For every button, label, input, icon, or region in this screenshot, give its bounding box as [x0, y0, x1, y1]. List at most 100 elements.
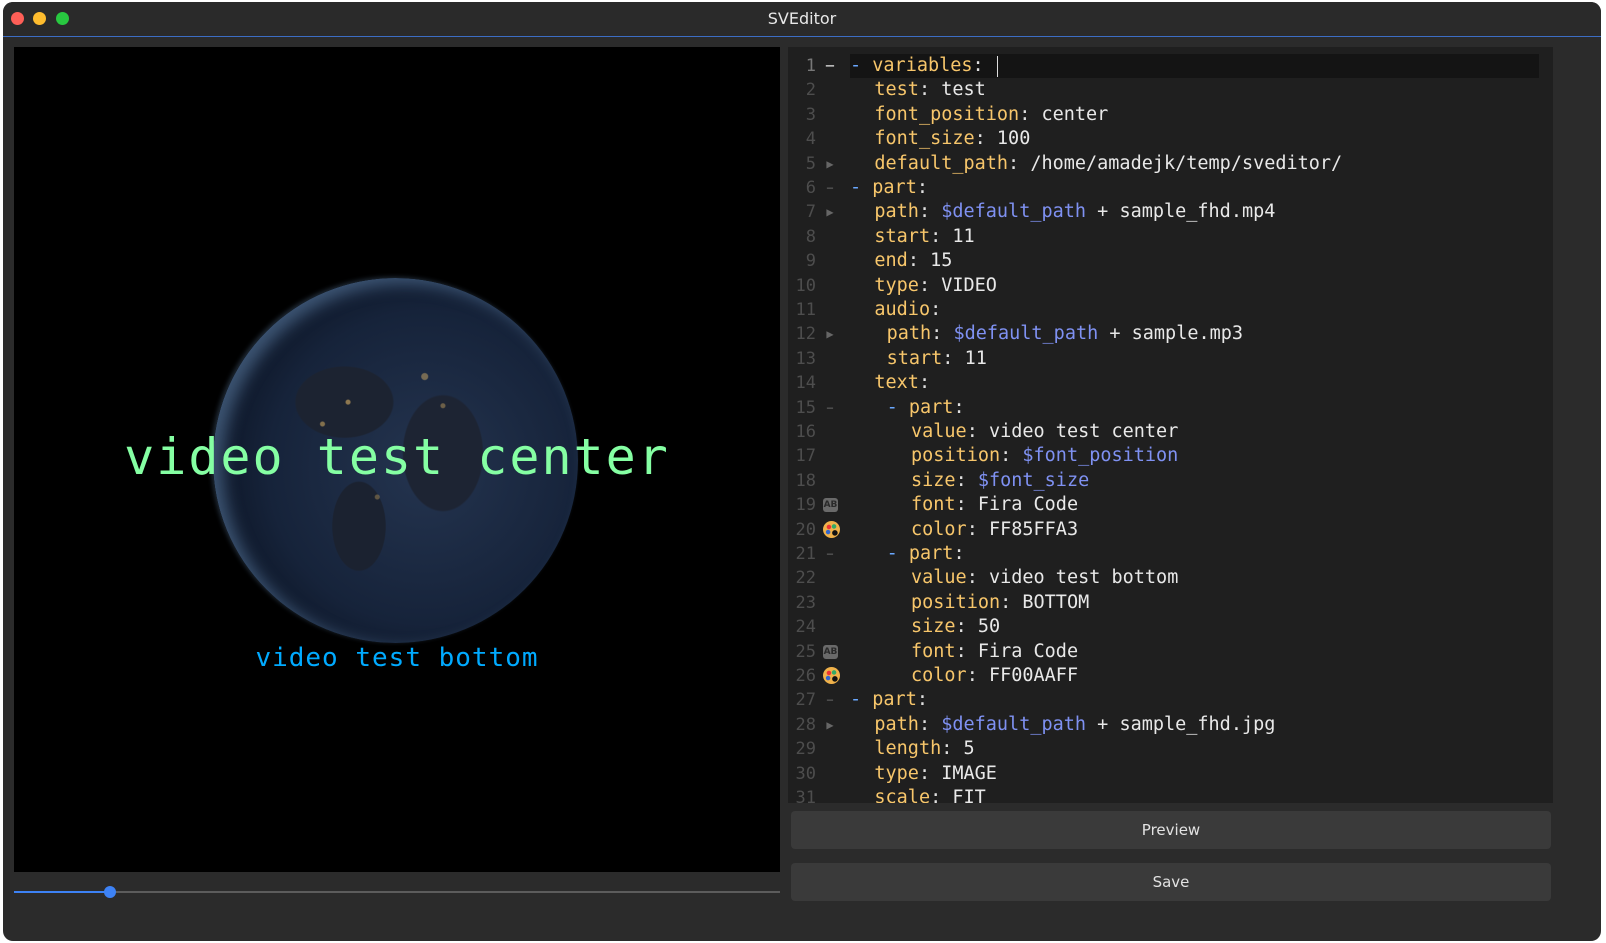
line-number: 29	[795, 739, 816, 760]
code-line-content[interactable]: font: Fira Code	[850, 640, 1539, 664]
code-line-content[interactable]: type: IMAGE	[850, 762, 1539, 786]
code-line-content[interactable]: test: test	[850, 78, 1539, 102]
yaml-value: + sample_fhd.mp4	[1086, 201, 1276, 223]
yaml-colon: :	[972, 55, 995, 76]
yaml-colon: :	[974, 128, 997, 150]
code-line-content[interactable]: default_path: /home/amadejk/temp/svedito…	[850, 152, 1539, 176]
code-line[interactable]: 17 position: $font_position	[788, 444, 1553, 468]
play-path-icon[interactable]: ▶	[822, 200, 838, 224]
code-line-content[interactable]: type: VIDEO	[850, 274, 1539, 298]
play-path-icon[interactable]: ▶	[822, 322, 838, 346]
yaml-key: value	[911, 421, 967, 442]
line-number: 23	[795, 592, 816, 613]
code-line[interactable]: 18 size: $font_size	[788, 469, 1553, 493]
code-line[interactable]: 22 value: video test bottom	[788, 566, 1553, 590]
code-line-content[interactable]: scale: FIT	[850, 786, 1539, 803]
code-line-content[interactable]: start: 11	[850, 347, 1539, 371]
play-path-icon[interactable]: ▶	[822, 152, 838, 176]
code-line-content[interactable]: size: $font_size	[850, 469, 1539, 493]
code-line[interactable]: 12 ▶ path: $default_path + sample.mp3	[788, 322, 1553, 346]
code-line[interactable]: 11 audio:	[788, 298, 1553, 322]
yaml-value: BOTTOM	[1022, 591, 1090, 613]
line-number: 26	[795, 666, 816, 686]
yaml-value: + sample_fhd.jpg	[1086, 713, 1276, 735]
code-line[interactable]: 31 scale: FIT	[788, 786, 1553, 803]
code-line-content[interactable]: length: 5	[850, 737, 1539, 761]
code-line[interactable]: 16 value: video test center	[788, 420, 1553, 444]
code-line-content[interactable]: value: video test center	[850, 420, 1539, 444]
code-line-content[interactable]: font_size: 100	[850, 127, 1539, 151]
code-line[interactable]: 28 ▶ path: $default_path + sample_fhd.jpg	[788, 713, 1553, 737]
code-line-content[interactable]: font: Fira Code	[850, 493, 1539, 517]
code-line[interactable]: 27− - part:	[788, 688, 1553, 712]
code-line[interactable]: 20 color: FF85FFA3	[788, 518, 1553, 542]
code-line-content[interactable]: color: FF85FFA3	[850, 518, 1539, 542]
code-line[interactable]: 25 AB font: Fira Code	[788, 640, 1553, 664]
yaml-value: FF00AAFF	[988, 665, 1079, 686]
code-line-content[interactable]: color: FF00AAFF	[850, 664, 1539, 688]
code-line-content[interactable]: size: 50	[850, 615, 1539, 639]
code-line[interactable]: 26 color: FF00AAFF	[788, 664, 1553, 688]
yaml-key: part	[908, 543, 954, 564]
code-line-content[interactable]: - variables:	[850, 54, 1539, 78]
code-line-content[interactable]: path: $default_path + sample_fhd.jpg	[850, 713, 1539, 737]
code-line-content[interactable]: text:	[850, 371, 1539, 395]
code-line-content[interactable]: - part:	[850, 542, 1539, 566]
code-line[interactable]: 7 ▶ path: $default_path + sample_fhd.mp4	[788, 200, 1553, 224]
slider-handle[interactable]	[103, 886, 116, 898]
code-line[interactable]: 1− - variables:	[788, 54, 1553, 78]
preview-button[interactable]: Preview	[791, 811, 1551, 849]
code-line-content[interactable]: - part:	[850, 396, 1539, 420]
code-line[interactable]: 10 type: VIDEO	[788, 274, 1553, 298]
code-line[interactable]: 8 start: 11	[788, 225, 1553, 249]
yaml-key: font_position	[874, 103, 1020, 125]
line-number: 7	[805, 202, 816, 223]
code-line[interactable]: 19 AB font: Fira Code	[788, 493, 1553, 517]
font-icon[interactable]: AB	[823, 498, 838, 513]
code-line-content[interactable]: end: 15	[850, 249, 1539, 273]
color-palette-icon[interactable]	[823, 667, 840, 684]
code-line-content[interactable]: position: $font_position	[850, 444, 1539, 468]
code-line[interactable]: 9 end: 15	[788, 249, 1553, 273]
code-line[interactable]: 29 length: 5	[788, 737, 1553, 761]
code-line[interactable]: 23 position: BOTTOM	[788, 591, 1553, 615]
code-line-content[interactable]: - part:	[850, 688, 1539, 712]
code-line-content[interactable]: path: $default_path + sample.mp3	[850, 322, 1539, 346]
font-icon[interactable]: AB	[823, 644, 838, 659]
yaml-variable: $default_path	[941, 713, 1087, 735]
yaml-key: length	[874, 738, 942, 760]
code-line[interactable]: 15− - part:	[788, 396, 1553, 420]
color-palette-icon[interactable]	[823, 520, 840, 538]
fold-icon[interactable]: −	[822, 176, 838, 200]
code-line[interactable]: 5 ▶ default_path: /home/amadejk/temp/svedi…	[788, 152, 1553, 176]
code-line[interactable]: 21− - part:	[788, 542, 1553, 566]
code-line[interactable]: 14 text:	[788, 371, 1553, 395]
code-line-content[interactable]: - part:	[850, 176, 1539, 200]
fold-icon[interactable]: −	[822, 54, 838, 78]
code-line-content[interactable]: position: BOTTOM	[850, 591, 1539, 615]
fold-icon[interactable]: −	[822, 396, 838, 420]
code-line[interactable]: 4 font_size: 100	[788, 127, 1553, 151]
code-line-content[interactable]: path: $default_path + sample_fhd.mp4	[850, 200, 1539, 224]
line-number: 28	[795, 714, 816, 735]
code-line[interactable]: 24 size: 50	[788, 615, 1553, 639]
fold-icon[interactable]: −	[822, 542, 838, 566]
yaml-key: type	[874, 762, 919, 784]
code-line-content[interactable]: audio:	[850, 298, 1539, 322]
save-button[interactable]: Save	[791, 863, 1551, 901]
code-line[interactable]: 2 test: test	[788, 78, 1553, 102]
fold-icon[interactable]: −	[822, 688, 838, 712]
code-line[interactable]: 6− - part:	[788, 176, 1553, 200]
slider-progress	[14, 891, 110, 893]
code-editor[interactable]: 1− - variables: 2 test: test 3 font_position…	[788, 47, 1553, 803]
timeline-slider[interactable]	[14, 882, 780, 902]
code-line-content[interactable]: value: video test bottom	[850, 566, 1539, 590]
code-line-content[interactable]: start: 11	[850, 225, 1539, 249]
slider-track[interactable]	[14, 891, 780, 893]
code-line-content[interactable]: font_position: center	[850, 103, 1539, 127]
code-line[interactable]: 30 type: IMAGE	[788, 762, 1553, 786]
code-line[interactable]: 3 font_position: center	[788, 103, 1553, 127]
yaml-colon: :	[918, 713, 942, 735]
play-path-icon[interactable]: ▶	[822, 713, 838, 737]
code-line[interactable]: 13 start: 11	[788, 347, 1553, 371]
